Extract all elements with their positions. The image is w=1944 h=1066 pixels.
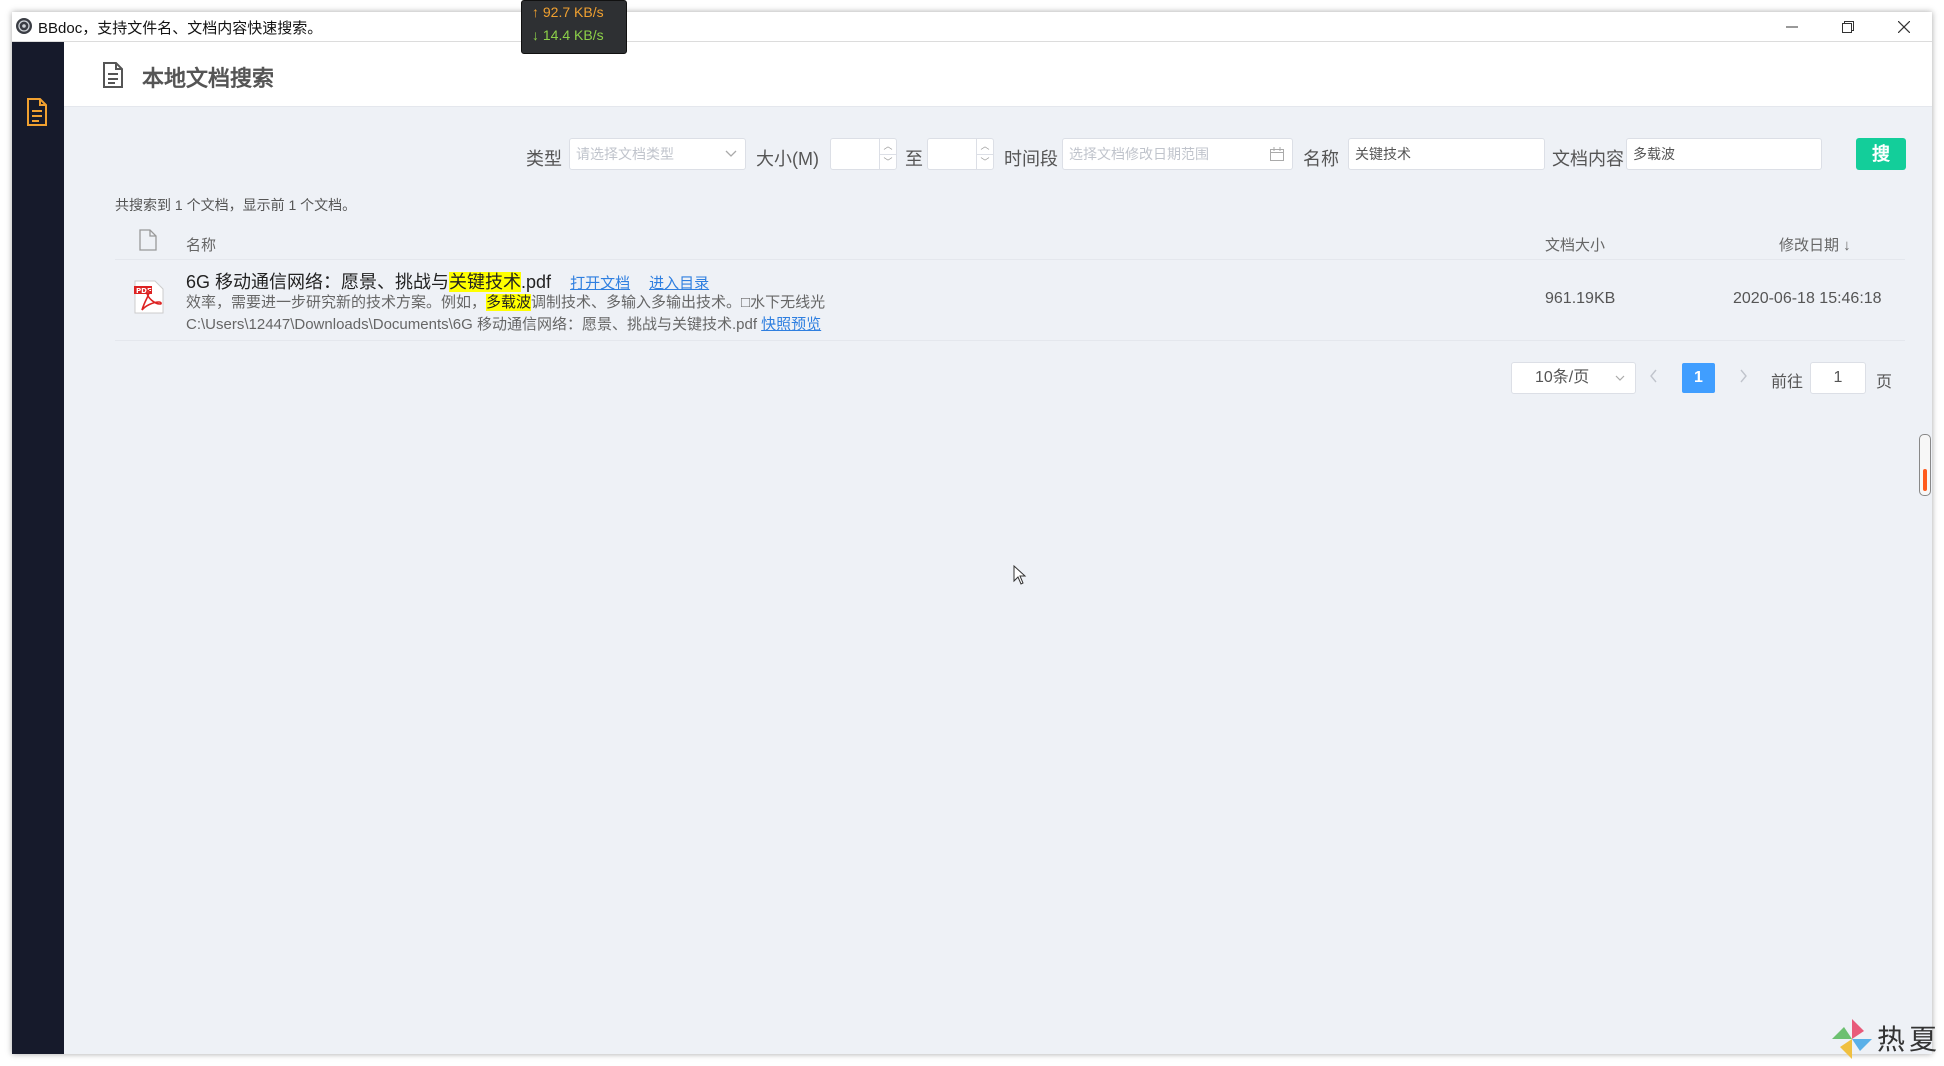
size-min-stepper[interactable]: ︿ ﹀ <box>879 139 896 169</box>
sidebar <box>12 42 64 1054</box>
result-title-highlight: 关键技术 <box>449 272 522 292</box>
document-icon <box>27 98 47 126</box>
content-label: 文档内容 <box>1552 149 1624 169</box>
goto-page-input[interactable]: 1 <box>1810 362 1866 394</box>
type-label: 类型 <box>526 149 562 169</box>
document-icon <box>103 62 123 88</box>
content-input[interactable]: 多载波 <box>1626 138 1822 170</box>
result-path: C:\Users\12447\Downloads\Documents\6G 移动… <box>186 313 821 334</box>
chevron-left-icon <box>1650 369 1657 383</box>
close-button[interactable] <box>1876 12 1932 41</box>
minimize-button[interactable] <box>1764 12 1820 41</box>
pinwheel-logo-icon <box>1832 1019 1872 1059</box>
page-number-current[interactable]: 1 <box>1682 363 1715 393</box>
file-icon <box>139 229 157 251</box>
page-header: 本地文档搜索 <box>64 42 1932 107</box>
size-max-stepper[interactable]: ︿ ﹀ <box>976 139 993 169</box>
app-logo-icon <box>16 18 32 34</box>
result-path-text: C:\Users\12447\Downloads\Documents\6G 移动… <box>186 316 757 333</box>
page-size-value: 10条/页 <box>1535 369 1590 386</box>
result-title-suffix: .pdf <box>521 272 552 292</box>
result-size: 961.19KB <box>1545 290 1616 307</box>
scroll-indicator-fill <box>1923 469 1927 491</box>
snippet-highlight: 多载波 <box>486 294 532 311</box>
calendar-icon <box>1270 147 1284 161</box>
stepper-up-icon[interactable]: ︿ <box>880 139 896 154</box>
time-label: 时间段 <box>1004 149 1058 169</box>
size-max-input[interactable]: ︿ ﹀ <box>927 138 994 170</box>
name-input[interactable]: 关键技术 <box>1348 138 1545 170</box>
page-size-select[interactable]: 10条/页 <box>1511 362 1636 394</box>
type-select-placeholder: 请选择文档类型 <box>576 146 674 162</box>
chevron-down-icon <box>1615 375 1625 381</box>
mouse-cursor-icon <box>1013 565 1027 585</box>
network-speed-monitor: ↑ 92.7 KB/s ↓ 14.4 KB/s <box>521 0 627 54</box>
chevron-down-icon <box>725 150 737 157</box>
result-date: 2020-06-18 15:46:18 <box>1733 290 1882 307</box>
goto-label: 前往 <box>1771 374 1804 391</box>
pdf-file-icon: PDF <box>134 280 164 314</box>
column-header-date[interactable]: 修改日期 ↓ <box>1779 234 1851 255</box>
open-document-link[interactable]: 打开文档 <box>570 275 630 292</box>
search-button[interactable]: 搜 <box>1856 138 1906 170</box>
side-scroll-indicator[interactable] <box>1919 434 1931 496</box>
window-title: BBdoc，支持文件名、文档内容快速搜索。 <box>38 20 323 37</box>
snapshot-preview-link[interactable]: 快照预览 <box>761 316 821 333</box>
stepper-down-icon[interactable]: ﹀ <box>880 154 896 169</box>
stepper-up-icon[interactable]: ︿ <box>977 139 993 154</box>
open-directory-link[interactable]: 进入目录 <box>649 275 709 292</box>
restore-icon <box>1842 20 1854 33</box>
results-table-header: 名称 文档大小 修改日期 ↓ <box>115 227 1905 260</box>
content-input-value: 多载波 <box>1633 146 1675 162</box>
chevron-right-icon <box>1740 369 1747 383</box>
next-page-button[interactable] <box>1738 366 1748 389</box>
name-input-value: 关键技术 <box>1355 146 1411 162</box>
name-label: 名称 <box>1303 149 1339 169</box>
result-title-prefix: 6G 移动通信网络：愿景、挑战与 <box>186 272 450 292</box>
size-min-input[interactable]: ︿ ﹀ <box>830 138 897 170</box>
sidebar-item-document-search[interactable] <box>25 98 49 131</box>
result-snippet: 效率，需要进一步研究新的技术方案。例如，多载波调制技术、多输入多输出技术。□水下… <box>186 291 825 312</box>
download-speed: ↓ 14.4 KB/s <box>532 27 604 43</box>
size-to-label: 至 <box>905 149 923 169</box>
watermark-text: 热夏 <box>1877 1023 1942 1056</box>
page-title: 本地文档搜索 <box>142 66 275 91</box>
snippet-prefix: 效率，需要进一步研究新的技术方案。例如， <box>186 294 487 311</box>
stepper-down-icon[interactable]: ﹀ <box>977 154 993 169</box>
result-summary: 共搜索到 1 个文档，显示前 1 个文档。 <box>115 197 357 213</box>
title-bar: BBdoc，支持文件名、文档内容快速搜索。 <box>12 12 1932 42</box>
close-icon <box>1898 20 1910 33</box>
app-window: BBdoc，支持文件名、文档内容快速搜索。 本地文档搜索 类型 请选择文档类型 … <box>12 12 1932 1054</box>
table-row[interactable]: PDF 6G 移动通信网络：愿景、挑战与关键技术.pdf 打开文档 进入目录 效… <box>115 260 1905 341</box>
date-range-picker[interactable]: 选择文档修改日期范围 <box>1062 138 1293 170</box>
minimize-icon <box>1786 26 1798 27</box>
page-suffix-label: 页 <box>1876 374 1893 391</box>
column-header-name[interactable]: 名称 <box>186 234 216 255</box>
upload-speed: ↑ 92.7 KB/s <box>532 4 604 20</box>
snippet-suffix: 调制技术、多输入多输出技术。□水下无线光 <box>531 294 826 311</box>
size-label: 大小(M) <box>756 149 819 169</box>
column-header-size[interactable]: 文档大小 <box>1545 234 1605 255</box>
restore-button[interactable] <box>1820 12 1876 41</box>
prev-page-button[interactable] <box>1649 366 1659 389</box>
date-range-placeholder: 选择文档修改日期范围 <box>1069 146 1209 162</box>
type-select[interactable]: 请选择文档类型 <box>569 138 746 170</box>
